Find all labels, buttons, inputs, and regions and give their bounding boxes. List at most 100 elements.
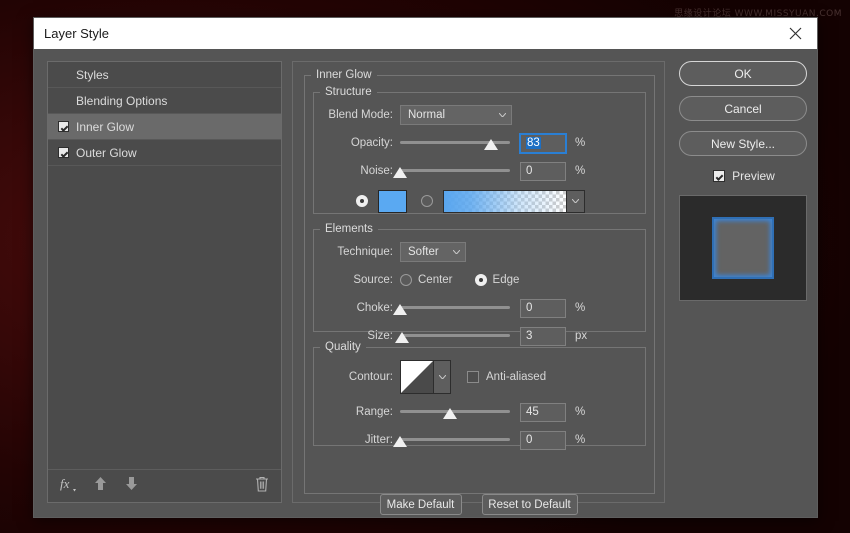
svg-text:fx: fx	[60, 476, 70, 491]
contour-row: Contour: Anti-aliased	[314, 359, 645, 395]
blend-mode-row: Blend Mode: Normal	[314, 104, 645, 126]
sidebar-item-label: Outer Glow	[76, 146, 137, 160]
trash-icon[interactable]	[255, 476, 269, 497]
quality-group-title: Quality	[320, 341, 366, 353]
choke-unit: %	[575, 302, 585, 314]
inner-glow-group-title: Inner Glow	[311, 69, 377, 81]
page-title: Layer Style	[44, 26, 109, 41]
structure-group-title: Structure	[320, 86, 377, 98]
fill-gradient-radio[interactable]	[421, 195, 433, 207]
new-style-button[interactable]: New Style...	[679, 131, 807, 156]
choke-value: 0	[526, 302, 532, 314]
dialog-body: Styles Blending Options Inner Glow Outer…	[34, 49, 817, 519]
noise-slider[interactable]	[400, 161, 510, 181]
sidebar-item-styles[interactable]: Styles	[48, 62, 281, 88]
source-label: Source:	[314, 274, 400, 286]
opacity-input[interactable]: 83	[520, 134, 566, 153]
move-up-icon[interactable]	[94, 476, 107, 496]
technique-value: Softer	[408, 246, 439, 258]
preview-label: Preview	[732, 169, 775, 183]
sidebar-item-outer-glow[interactable]: Outer Glow	[48, 140, 281, 166]
outer-glow-checkbox[interactable]	[58, 147, 69, 158]
sidebar-item-blending-options[interactable]: Blending Options	[48, 88, 281, 114]
noise-slider-track	[400, 169, 510, 172]
contour-chevron-down-icon[interactable]	[434, 360, 451, 394]
blend-mode-value: Normal	[408, 109, 445, 121]
contour-label: Contour:	[314, 371, 400, 383]
range-slider[interactable]	[400, 402, 510, 422]
noise-input[interactable]: 0	[520, 162, 566, 181]
range-row: Range: 45 %	[314, 401, 645, 423]
noise-value: 0	[526, 165, 532, 177]
contour-picker[interactable]	[400, 360, 451, 394]
right-panel: OK Cancel New Style... Preview	[679, 61, 809, 301]
elements-group: Elements Technique: Softer Source:	[313, 223, 646, 332]
anti-aliased-label: Anti-aliased	[486, 371, 546, 383]
structure-group: Structure Blend Mode: Normal Opacity:	[313, 86, 646, 214]
noise-unit: %	[575, 165, 585, 177]
technique-select[interactable]: Softer	[400, 242, 466, 262]
glow-color-swatch[interactable]	[378, 190, 407, 213]
source-center-radio[interactable]	[400, 274, 412, 286]
source-row: Source: Center Edge	[314, 269, 645, 291]
jitter-slider-thumb[interactable]	[393, 436, 407, 447]
jitter-value: 0	[526, 434, 532, 446]
range-unit: %	[575, 406, 585, 418]
layer-style-dialog: Layer Style Styles Blending Options	[33, 17, 818, 518]
blend-mode-select[interactable]: Normal	[400, 105, 512, 125]
styles-list: Styles Blending Options Inner Glow Outer…	[48, 62, 281, 469]
glow-gradient-picker[interactable]	[443, 190, 585, 213]
inner-glow-checkbox[interactable]	[58, 121, 69, 132]
styles-panel: Styles Blending Options Inner Glow Outer…	[47, 61, 282, 503]
jitter-slider-track	[400, 438, 510, 441]
fx-icon[interactable]: fx	[60, 476, 76, 497]
range-slider-thumb[interactable]	[443, 408, 457, 419]
opacity-slider-thumb[interactable]	[484, 139, 498, 150]
choke-slider-thumb[interactable]	[393, 304, 407, 315]
jitter-slider[interactable]	[400, 430, 510, 450]
fill-type-row	[314, 188, 645, 214]
source-edge-radio[interactable]	[475, 274, 487, 286]
technique-label: Technique:	[314, 246, 400, 258]
make-default-button[interactable]: Make Default	[380, 494, 462, 515]
move-down-icon[interactable]	[125, 476, 138, 496]
blend-mode-label: Blend Mode:	[314, 109, 400, 121]
source-edge-label: Edge	[493, 274, 520, 286]
range-value: 45	[526, 406, 539, 418]
technique-row: Technique: Softer	[314, 241, 645, 263]
jitter-input[interactable]: 0	[520, 431, 566, 450]
default-buttons-row: Make Default Reset to Default	[292, 494, 665, 515]
size-slider[interactable]	[400, 326, 510, 346]
elements-group-title: Elements	[320, 223, 378, 235]
reset-to-default-button[interactable]: Reset to Default	[482, 494, 578, 515]
size-input[interactable]: 3	[520, 327, 566, 346]
quality-group: Quality Contour: Anti-alias	[313, 341, 646, 446]
inner-glow-group: Inner Glow Structure Blend Mode: Normal	[304, 69, 655, 494]
preview-thumbnail	[679, 195, 807, 301]
range-input[interactable]: 45	[520, 403, 566, 422]
sidebar-item-inner-glow[interactable]: Inner Glow	[48, 114, 281, 140]
opacity-slider[interactable]	[400, 133, 510, 153]
chevron-down-icon	[499, 113, 506, 117]
choke-input[interactable]: 0	[520, 299, 566, 318]
ok-button[interactable]: OK	[679, 61, 807, 86]
cancel-button[interactable]: Cancel	[679, 96, 807, 121]
noise-slider-thumb[interactable]	[393, 167, 407, 178]
size-slider-track	[400, 334, 510, 337]
size-slider-thumb[interactable]	[395, 332, 409, 343]
sidebar-item-label: Blending Options	[76, 94, 167, 108]
choke-slider-track	[400, 306, 510, 309]
preview-toggle[interactable]: Preview	[679, 166, 809, 186]
contour-preview	[400, 360, 434, 394]
fill-color-radio[interactable]	[356, 195, 368, 207]
anti-aliased-checkbox[interactable]	[467, 371, 479, 383]
jitter-label: Jitter:	[314, 434, 400, 446]
choke-slider[interactable]	[400, 298, 510, 318]
size-unit: px	[575, 330, 587, 342]
gradient-chevron-down-icon[interactable]	[567, 190, 585, 213]
opacity-label: Opacity:	[314, 137, 400, 149]
glow-gradient-preview	[443, 190, 567, 213]
preview-checkbox[interactable]	[713, 170, 725, 182]
close-icon[interactable]	[773, 18, 817, 49]
opacity-unit: %	[575, 137, 585, 149]
